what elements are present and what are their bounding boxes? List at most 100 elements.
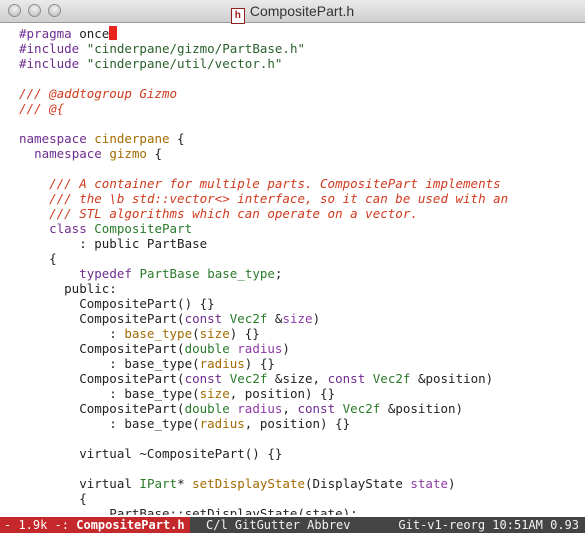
code-text: (DisplayState xyxy=(305,476,411,491)
code-text: , xyxy=(282,401,298,416)
code-line[interactable]: /// STL algorithms which can operate on … xyxy=(19,206,418,221)
code-line[interactable]: #pragma once xyxy=(19,26,118,41)
code-line[interactable]: : base_type(size) {} xyxy=(19,326,260,341)
code-line[interactable]: typedef PartBase base_type; xyxy=(19,266,282,281)
code-text: &size, xyxy=(267,371,328,386)
code-type: CompositePart xyxy=(94,221,193,236)
code-string: "cinderpane/util/vector.h" xyxy=(86,56,283,71)
code-line[interactable]: CompositePart(const Vec2f &size) xyxy=(19,311,320,326)
code-function: size xyxy=(199,326,230,341)
code-line[interactable]: class CompositePart xyxy=(19,221,192,236)
code-keyword: #pragma xyxy=(19,26,72,41)
code-keyword: const xyxy=(184,371,223,386)
mode-line-modes[interactable]: C/l GitGutter Abbrev xyxy=(206,517,351,533)
code-variable: size xyxy=(282,311,313,326)
code-line[interactable]: PartBase::setDisplayState(state); xyxy=(19,506,358,515)
code-line[interactable]: CompositePart(const Vec2f &size, const V… xyxy=(19,371,493,386)
code-keyword: namespace xyxy=(34,146,102,161)
mode-line-vc-time: Git-v1-reorg 10:51AM 0.93 xyxy=(398,518,579,532)
code-line[interactable]: /// the \b std::vector<> interface, so i… xyxy=(19,191,508,206)
code-text: CompositePart( xyxy=(19,401,185,416)
code-line[interactable]: /// A container for multiple parts. Comp… xyxy=(19,176,501,191)
code-text: : public PartBase xyxy=(19,236,208,251)
editor-window: h CompositePart.h #pragma once #include "c… xyxy=(0,0,585,551)
code-text: ) xyxy=(312,311,321,326)
code-keyword: #include xyxy=(19,41,80,56)
code-line[interactable]: : base_type(radius, position) {} xyxy=(19,416,350,431)
code-line[interactable]: public: xyxy=(19,281,117,296)
code-variable: state xyxy=(410,476,449,491)
code-comment: /// @{ xyxy=(19,101,65,116)
code-line[interactable]: namespace gizmo { xyxy=(19,146,162,161)
code-line[interactable]: : public PartBase xyxy=(19,236,207,251)
code-line[interactable]: : base_type(size, position) {} xyxy=(19,386,335,401)
title-bar[interactable]: h CompositePart.h xyxy=(0,0,585,24)
code-text: CompositePart( xyxy=(19,341,185,356)
minibuffer[interactable] xyxy=(0,533,585,551)
code-line[interactable]: { xyxy=(19,251,57,266)
code-keyword: const xyxy=(184,311,223,326)
code-text: & xyxy=(267,311,283,326)
code-text: , position) {} xyxy=(244,416,351,431)
code-text: * xyxy=(177,476,193,491)
code-type: double xyxy=(184,401,230,416)
mode-line-status: - 1.9k -: xyxy=(4,518,77,532)
code-keyword: const xyxy=(327,371,366,386)
code-line[interactable]: virtual IPart* setDisplayState(DisplaySt… xyxy=(19,476,456,491)
code-line[interactable]: : base_type(radius) {} xyxy=(19,356,275,371)
code-line[interactable]: virtual ~CompositePart() {} xyxy=(19,446,282,461)
window-title: CompositePart.h xyxy=(249,3,355,19)
code-text: : base_type( xyxy=(19,356,200,371)
code-line[interactable]: { xyxy=(19,491,87,506)
code-text: : xyxy=(19,326,125,341)
code-text: , position) {} xyxy=(229,386,336,401)
code-line[interactable]: CompositePart() {} xyxy=(19,296,214,311)
code-line[interactable]: CompositePart(double radius, const Vec2f… xyxy=(19,401,463,416)
code-comment: /// the \b std::vector<> interface, so i… xyxy=(49,191,509,206)
code-text: ) xyxy=(448,476,456,491)
code-text: PartBase::setDisplayState(state); xyxy=(19,506,358,515)
code-variable: radius xyxy=(237,341,283,356)
code-line[interactable]: /// @addtogroup Gizmo xyxy=(19,86,177,101)
mode-line: - 1.9k -: CompositePart.h C/l GitGutter … xyxy=(0,517,585,533)
code-text: { xyxy=(19,251,57,266)
code-function: setDisplayState xyxy=(192,476,306,491)
code-keyword: namespace xyxy=(19,131,87,146)
code-type: IPart xyxy=(139,476,178,491)
code-line[interactable]: #include "cinderpane/gizmo/PartBase.h" xyxy=(19,41,305,56)
mode-line-buffer-name[interactable]: CompositePart.h xyxy=(76,518,184,532)
code-line[interactable]: namespace cinderpane { xyxy=(19,131,185,146)
code-text: &position) xyxy=(380,401,464,416)
code-text: ) {} xyxy=(229,326,260,341)
code-text: { xyxy=(146,146,163,161)
code-text: { xyxy=(19,491,87,506)
code-variable: radius xyxy=(237,401,283,416)
code-text: CompositePart( xyxy=(19,311,185,326)
code-text: once xyxy=(71,26,110,41)
code-editor[interactable]: #pragma once #include "cinderpane/gizmo/P… xyxy=(0,23,585,515)
code-line[interactable]: CompositePart(double radius) xyxy=(19,341,290,356)
code-text: public: xyxy=(19,281,117,296)
code-line[interactable]: #include "cinderpane/util/vector.h" xyxy=(19,56,282,71)
text-cursor xyxy=(109,26,118,40)
code-line[interactable]: /// @{ xyxy=(19,101,64,116)
code-string: "cinderpane/gizmo/PartBase.h" xyxy=(86,41,305,56)
code-text: &position) xyxy=(410,371,494,386)
code-function: radius xyxy=(199,356,245,371)
mode-line-buffer-section: - 1.9k -: CompositePart.h xyxy=(0,517,190,533)
code-text: virtual xyxy=(19,476,140,491)
code-type: Vec2f xyxy=(229,311,268,326)
code-keyword: typedef xyxy=(79,266,132,281)
code-text: CompositePart( xyxy=(19,371,185,386)
window-title-area: h CompositePart.h xyxy=(0,3,585,24)
code-type: base_type xyxy=(207,266,275,281)
